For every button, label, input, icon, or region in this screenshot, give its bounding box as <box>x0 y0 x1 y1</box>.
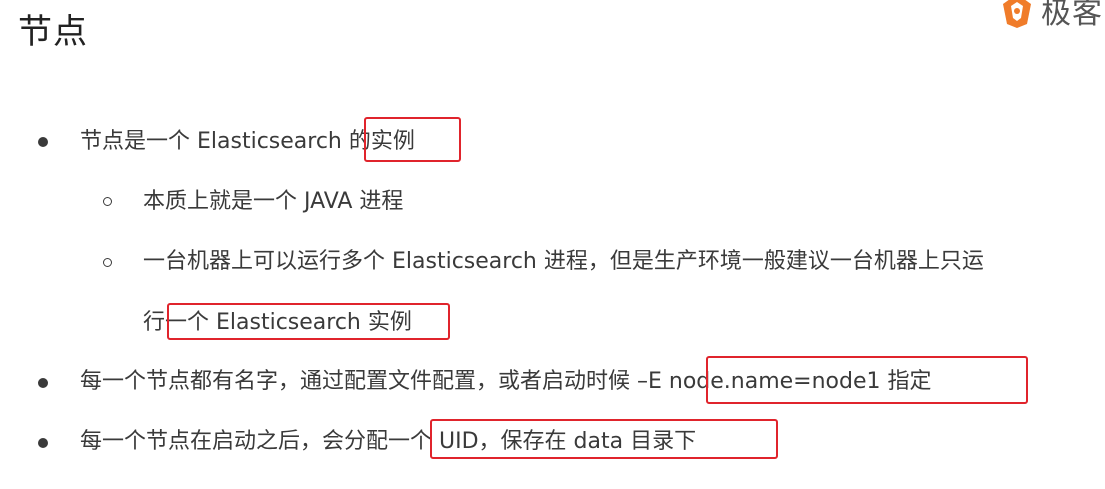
sub-bullet-ring <box>103 197 112 206</box>
sub-bullet-text: 本质上就是一个 JAVA 进程 <box>143 189 404 214</box>
sub-bullet-text: 一台机器上可以运行多个 Elasticsearch 进程，但是生产环境一般建议一… <box>143 249 984 274</box>
highlight-box <box>167 303 450 340</box>
bullet-dot <box>38 438 48 448</box>
geekbang-logo-icon <box>1003 0 1031 28</box>
highlight-box <box>706 356 1028 404</box>
sub-bullet-ring <box>103 258 112 267</box>
bullet-dot <box>38 137 48 147</box>
slide-title: 节点 <box>18 12 88 52</box>
highlight-box <box>430 419 778 459</box>
geekbang-logo: 极客 <box>997 0 1103 32</box>
logo-text: 极客 <box>1041 0 1103 31</box>
highlight-box <box>364 117 461 162</box>
bullet-dot <box>38 378 48 388</box>
